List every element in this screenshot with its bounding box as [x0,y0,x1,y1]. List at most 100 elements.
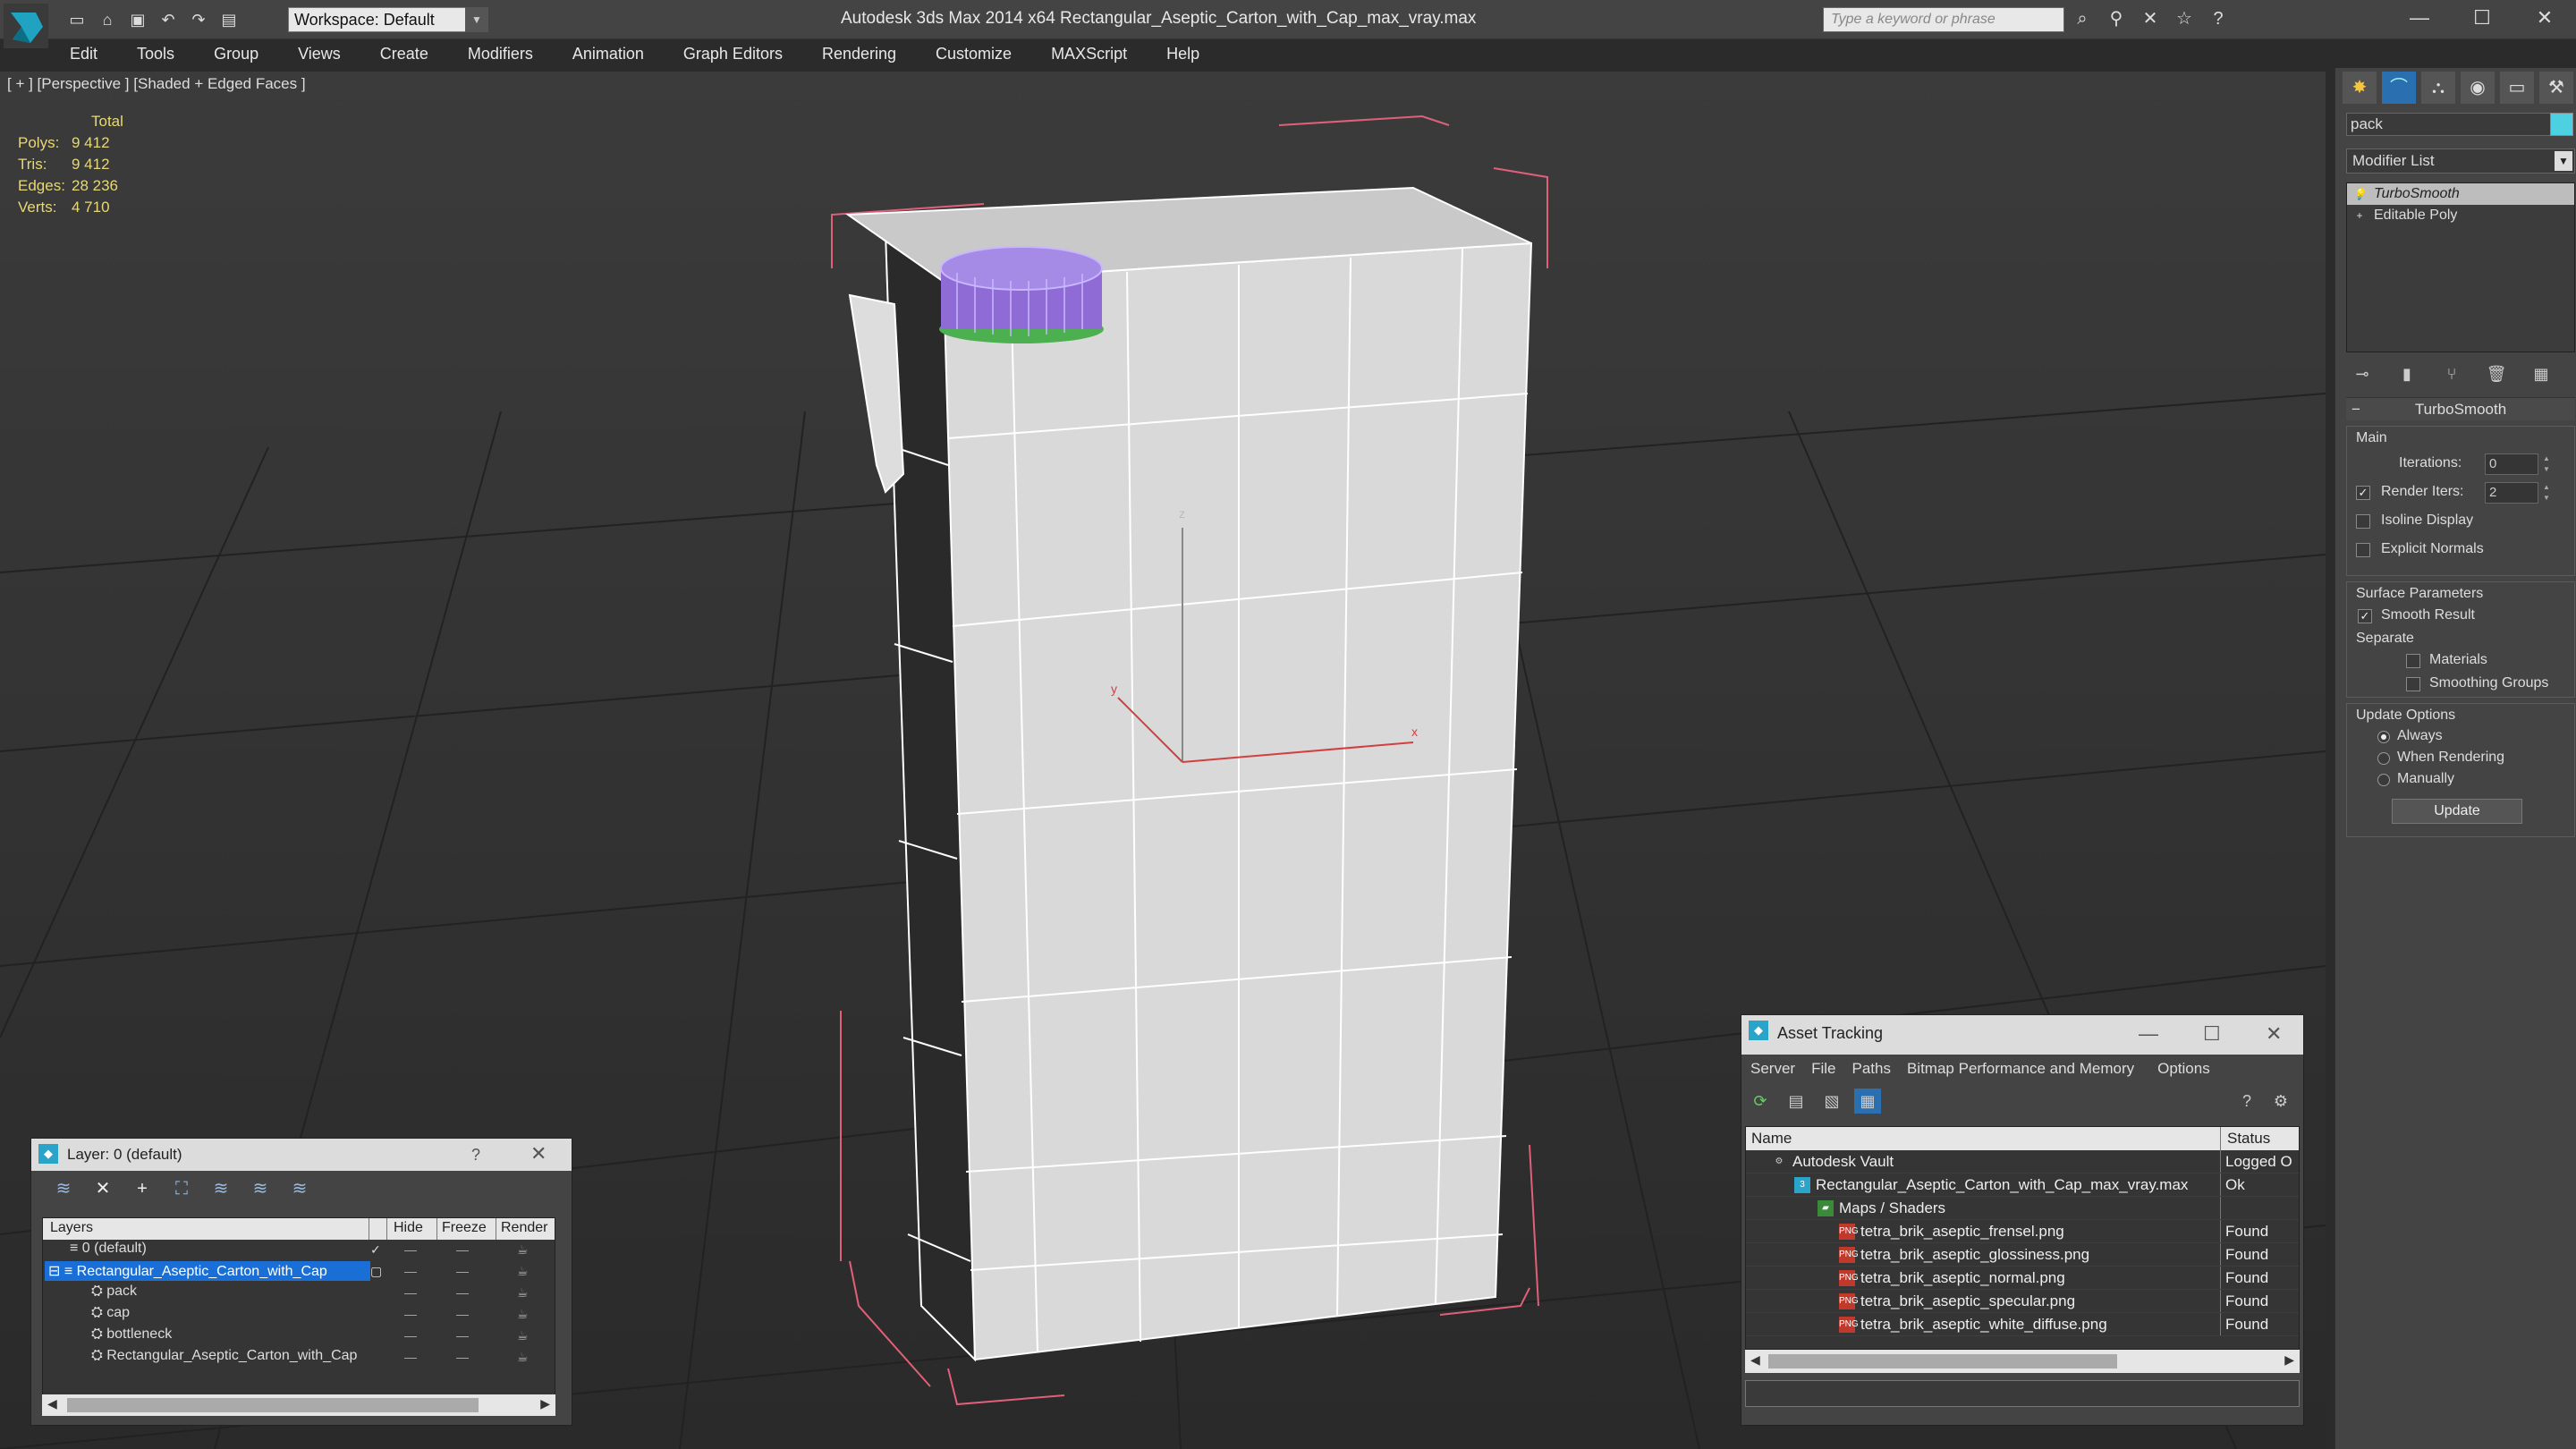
freeze-toggle[interactable]: — [456,1264,469,1278]
add-to-layer-icon[interactable]: + [128,1176,157,1201]
asset-menu-paths[interactable]: Paths [1852,1060,1890,1083]
display-tab-icon[interactable]: ▭ [2500,72,2534,104]
layer-name[interactable]: ≡ 0 (default) [66,1240,150,1259]
create-layer-icon[interactable]: ≋ [49,1176,78,1201]
spinner-arrows-icon[interactable]: ▲ ▼ [2540,482,2553,504]
modify-tab-icon[interactable]: ⌒ [2382,72,2416,104]
asset-row[interactable]: PNG tetra_brik_aseptic_specular.png Foun… [1746,1290,2299,1313]
thumbnail-view-icon[interactable]: ▧ [1818,1089,1845,1114]
vault-help-icon[interactable]: ? [2233,1089,2260,1114]
col-name[interactable]: Name [1751,1130,1792,1148]
scrollbar-thumb[interactable] [1768,1354,2117,1368]
hide-toggle[interactable]: — [404,1350,417,1364]
render-teapot-icon[interactable]: ☕ [517,1328,529,1343]
render-teapot-icon[interactable]: ☕ [517,1350,529,1365]
help-icon[interactable]: ? [2207,7,2229,30]
menu-edit[interactable]: Edit [50,41,117,68]
create-tab-icon[interactable]: ✸ [2343,72,2377,104]
menu-maxscript[interactable]: MAXScript [1031,41,1147,68]
table-view-icon[interactable]: ▦ [1854,1089,1881,1114]
menu-views[interactable]: Views [278,41,360,68]
isoline-checkbox[interactable] [2356,514,2370,529]
col-hide[interactable]: Hide [394,1220,423,1236]
asset-dialog-titlebar[interactable]: ◆ Asset Tracking — ☐ ✕ [1741,1015,2303,1055]
layer-name[interactable]: ⛭ pack [88,1283,140,1302]
render-iters-checkbox[interactable]: ✓ [2356,486,2370,500]
col-status[interactable]: Status [2227,1130,2270,1148]
hide-all-layers-icon[interactable]: ≋ [246,1176,275,1201]
stack-item-editable-poly[interactable]: + Editable Poly [2347,205,2574,226]
scroll-right-icon[interactable]: ▶ [2284,1352,2294,1368]
communication-icon[interactable]: ✕ [2140,7,2161,30]
utilities-tab-icon[interactable]: ⚒ [2539,72,2573,104]
horizontal-scrollbar[interactable]: ◀ ▶ [1745,1350,2300,1373]
hide-toggle[interactable]: — [404,1328,417,1343]
always-radio[interactable] [2377,731,2390,743]
asset-menu-server[interactable]: Server [1750,1060,1795,1083]
asset-menu-bitmap-performance[interactable]: Bitmap Performance and Memory [1907,1060,2134,1083]
list-view-icon[interactable]: ▤ [1783,1089,1809,1114]
horizontal-scrollbar[interactable]: ◀ ▶ [42,1394,555,1416]
spinner-arrows-icon[interactable]: ▲ ▼ [2540,453,2553,475]
binoculars-icon[interactable]: ⌕ [2072,7,2093,30]
freeze-toggle[interactable]: — [456,1350,469,1364]
workspace-dropdown-icon[interactable]: ▼ [465,7,488,32]
maximize-icon[interactable]: ☐ [2203,1022,2221,1046]
highlight-layer-icon[interactable]: ≋ [207,1176,235,1201]
stack-item-turbosmooth[interactable]: 💡 TurboSmooth [2347,183,2574,205]
layer-name[interactable]: ⛭ Rectangular_Aseptic_Carton_with_Cap [88,1347,360,1367]
configure-sets-icon[interactable]: ▦ [2525,361,2557,386]
layer-name[interactable]: ⊟ ≡ Rectangular_Aseptic_Carton_with_Cap [45,1261,370,1281]
save-file-icon[interactable]: ▣ [125,7,150,32]
refresh-icon[interactable]: ⟳ [1747,1089,1774,1114]
asset-menu-options[interactable]: Options [2157,1060,2210,1083]
render-teapot-icon[interactable]: ☕ [517,1242,529,1258]
workspace-select[interactable]: Workspace: Default [288,7,483,32]
asset-row[interactable]: 3 Rectangular_Aseptic_Carton_with_Cap_ma… [1746,1174,2299,1197]
manually-radio[interactable] [2377,774,2390,786]
layer-name[interactable]: ⛭ bottleneck [88,1326,175,1345]
when-rendering-radio[interactable] [2377,752,2390,765]
current-layer-check-icon[interactable]: ✓ [370,1242,381,1258]
layer-dialog-titlebar[interactable]: ◆ Layer: 0 (default) ? ✕ [31,1139,572,1171]
select-objects-icon[interactable]: ⛶ [167,1176,196,1201]
close-icon[interactable]: ✕ [2266,1022,2282,1046]
hide-toggle[interactable]: — [404,1285,417,1300]
menu-group[interactable]: Group [194,41,278,68]
scroll-left-icon[interactable]: ◀ [1750,1352,1760,1368]
make-unique-icon[interactable]: ⑂ [2436,361,2468,386]
render-teapot-icon[interactable]: ☕ [517,1307,529,1322]
asset-menu-file[interactable]: File [1811,1060,1835,1083]
app-logo-icon[interactable] [4,4,48,48]
open-file-icon[interactable]: ⌂ [95,7,120,32]
undo-icon[interactable]: ↶ [156,7,181,32]
vault-options-icon[interactable]: ⚙ [2267,1089,2294,1114]
asset-row[interactable]: PNG tetra_brik_aseptic_normal.png Found [1746,1267,2299,1290]
render-teapot-icon[interactable]: ☕ [517,1264,529,1279]
explicit-normals-checkbox[interactable] [2356,543,2370,557]
asset-row[interactable]: ⚙ Autodesk Vault Logged O [1746,1150,2299,1174]
motion-tab-icon[interactable]: ◉ [2461,72,2495,104]
layer-row[interactable]: ≡ 0 (default) ✓ — — ☕ [43,1240,555,1261]
help-icon[interactable]: ? [471,1146,480,1165]
col-render[interactable]: Render [501,1220,547,1236]
layer-row[interactable]: ⛭ cap — — ☕ [43,1304,555,1326]
layer-name[interactable]: ⛭ cap [88,1304,133,1324]
menu-modifiers[interactable]: Modifiers [448,41,553,68]
viewport-label[interactable]: [ + ] [Perspective ] [Shaded + Edged Fac… [7,75,306,93]
expand-plus-icon[interactable]: + [2352,208,2367,223]
freeze-toggle[interactable]: — [456,1242,469,1257]
set-current-icon[interactable]: ▢ [370,1264,382,1279]
hide-toggle[interactable]: — [404,1307,417,1321]
update-button[interactable]: Update [2392,799,2522,824]
subscription-icon[interactable]: ⚲ [2106,7,2127,30]
col-freeze[interactable]: Freeze [442,1220,487,1236]
materials-checkbox[interactable] [2406,654,2420,668]
close-icon[interactable]: ✕ [530,1142,547,1165]
asset-row[interactable]: ▰ Maps / Shaders [1746,1197,2299,1220]
menu-customize[interactable]: Customize [916,41,1031,68]
minimize-icon[interactable]: — [2139,1022,2158,1046]
favorites-star-icon[interactable]: ☆ [2174,7,2195,30]
freeze-toggle[interactable]: — [456,1285,469,1300]
scrollbar-thumb[interactable] [67,1398,479,1412]
